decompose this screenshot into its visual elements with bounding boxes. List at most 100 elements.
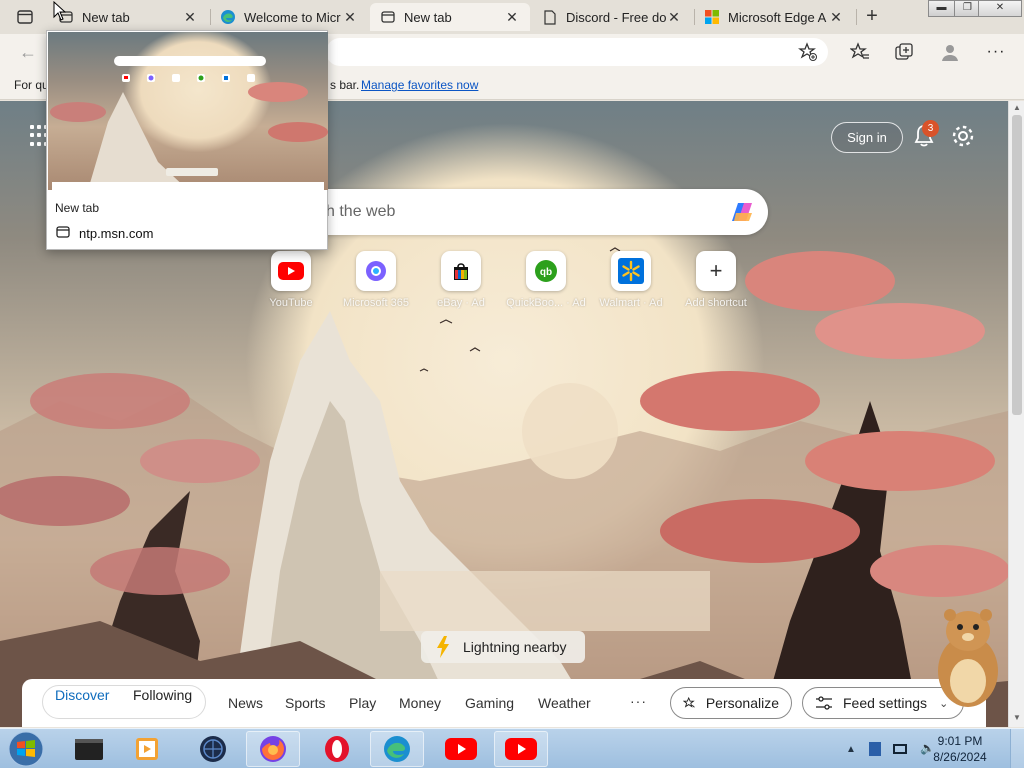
shortcut-walmart[interactable]: Walmart · Ad: [589, 251, 673, 309]
taskbar-app-globe[interactable]: [186, 731, 240, 767]
feed-navigation-bar: Discover Following News Sports Play Mone…: [22, 679, 986, 727]
quickbooks-icon: qb: [535, 260, 557, 282]
plus-icon: +: [709, 258, 723, 283]
add-shortcut-button[interactable]: + Add shortcut: [674, 251, 758, 309]
tab-close-icon[interactable]: ✕: [666, 9, 682, 26]
shortcut-label: Microsoft 365: [342, 297, 410, 309]
personalize-button[interactable]: Personalize: [670, 687, 792, 719]
tab-hover-preview: New tab ntp.msn.com: [46, 30, 328, 250]
show-desktop-button[interactable]: [1010, 729, 1024, 768]
settings-and-more-button[interactable]: ···: [984, 40, 1008, 64]
shortcut-youtube[interactable]: YouTube: [249, 251, 333, 309]
personalize-star-icon: [683, 696, 695, 708]
taskbar-app-firefox[interactable]: [246, 731, 300, 767]
tab-close-icon[interactable]: ✕: [828, 9, 844, 26]
restore-button[interactable]: ❐: [954, 0, 981, 17]
tab-close-icon[interactable]: ✕: [504, 9, 520, 26]
profile-button[interactable]: [938, 40, 962, 64]
add-favorite-button[interactable]: [796, 40, 820, 64]
media-player-icon: [136, 738, 158, 760]
feed-link-money[interactable]: Money: [399, 695, 441, 711]
feed-link-weather[interactable]: Weather: [538, 695, 591, 711]
windows-taskbar: ▲ 🔈 9:01 PM 8/26/2024: [0, 728, 1024, 768]
close-window-button[interactable]: ✕: [978, 0, 1022, 17]
scrollbar-thumb[interactable]: [1012, 115, 1022, 415]
taskbar-app-terminal[interactable]: [62, 731, 116, 767]
ntp-icon: [56, 226, 70, 238]
taskbar-app-youtube[interactable]: [434, 731, 488, 767]
taskbar-clock[interactable]: 9:01 PM 8/26/2024: [918, 733, 1002, 765]
tab-new-tab-active[interactable]: New tab ✕: [370, 3, 530, 31]
web-search-box[interactable]: ch the web: [300, 189, 768, 235]
tray-expand-icon[interactable]: ▲: [846, 744, 856, 755]
feed-more-button[interactable]: ···: [630, 693, 647, 709]
shortcut-microsoft-365[interactable]: Microsoft 365: [334, 251, 418, 309]
ebay-icon: [454, 263, 468, 280]
globe-icon: [200, 736, 226, 762]
tab-title: New tab: [404, 9, 452, 25]
tab-close-icon[interactable]: ✕: [182, 9, 198, 26]
tab-title: Microsoft Edge A: [728, 9, 827, 25]
shortcut-label: QuickBoo... · Ad: [506, 297, 586, 309]
feed-link-play[interactable]: Play: [349, 695, 376, 711]
taskbar-app-opera[interactable]: [310, 731, 364, 767]
tab-title: Discord - Free do: [566, 9, 666, 25]
shortcut-quickbooks[interactable]: qb QuickBoo... · Ad: [504, 251, 588, 309]
sliders-icon: [816, 696, 832, 710]
start-button-windows-icon[interactable]: [6, 730, 46, 768]
page-scrollbar[interactable]: ▲ ▼: [1008, 101, 1024, 727]
new-tab-button[interactable]: +: [860, 5, 884, 29]
tab-following[interactable]: Following: [133, 687, 192, 703]
shortcut-ebay[interactable]: eBay · Ad: [419, 251, 503, 309]
tab-close-icon[interactable]: ✕: [342, 9, 358, 26]
tab-preview-thumbnail: [48, 32, 328, 190]
feed-link-sports[interactable]: Sports: [285, 695, 325, 711]
shortcut-label: YouTube: [269, 297, 313, 309]
tray-app-icon[interactable]: [868, 742, 881, 757]
favorites-bar-text-end: s bar.: [330, 78, 360, 92]
tab-separator: [856, 9, 857, 25]
copilot-icon[interactable]: [726, 197, 758, 227]
sign-in-button[interactable]: Sign in: [831, 122, 903, 153]
minimize-button[interactable]: ▬: [928, 0, 955, 17]
walmart-icon: [618, 258, 644, 284]
tab-discord[interactable]: Discord - Free do ✕: [532, 3, 692, 31]
manage-favorites-link[interactable]: Manage favorites now: [361, 78, 478, 92]
edge-icon: [220, 9, 236, 25]
scroll-down-icon[interactable]: ▼: [1012, 713, 1022, 722]
feed-link-gaming[interactable]: Gaming: [465, 695, 514, 711]
collections-icon: [895, 43, 913, 60]
minimize-icon: ▬: [936, 2, 947, 13]
taskbar-app-media-player[interactable]: [120, 731, 174, 767]
youtube-icon: [278, 262, 304, 280]
tab-edge-addons[interactable]: Microsoft Edge A ✕: [694, 3, 854, 31]
favorites-button[interactable]: [848, 40, 872, 64]
tab-discover[interactable]: Discover: [55, 687, 109, 703]
shortcut-label: Add shortcut: [685, 297, 747, 309]
page-settings-gear-icon[interactable]: [950, 123, 976, 149]
taskbar-app-youtube-active[interactable]: [494, 731, 548, 767]
tray-display-icon[interactable]: [893, 744, 908, 755]
search-placeholder: ch the web: [318, 203, 396, 220]
weather-alert-pill[interactable]: Lightning nearby: [421, 631, 585, 663]
favorites-bar-text: For qu: [14, 78, 49, 92]
profile-icon: [942, 45, 958, 61]
taskbar-app-edge[interactable]: [370, 731, 424, 767]
firefox-icon: [260, 736, 286, 762]
scroll-up-icon[interactable]: ▲: [1012, 103, 1022, 112]
tab-welcome[interactable]: Welcome to Micr ✕: [210, 3, 368, 31]
clock-time: 9:01 PM: [937, 734, 983, 748]
opera-icon: [325, 736, 349, 762]
edge-icon: [384, 736, 410, 762]
back-button[interactable]: ←: [16, 40, 40, 64]
terminal-icon: [75, 739, 103, 760]
tab-actions-button[interactable]: [8, 6, 42, 28]
microsoft-icon: [704, 9, 720, 25]
collections-button[interactable]: [892, 40, 916, 64]
address-bar[interactable]: [326, 38, 828, 66]
feed-settings-label: Feed settings: [843, 695, 928, 711]
feed-link-news[interactable]: News: [228, 695, 263, 711]
tab-actions-icon: [17, 10, 33, 24]
tab-title: Welcome to Micr: [244, 9, 341, 25]
tab-new-tab-1[interactable]: New tab ✕: [48, 3, 208, 31]
